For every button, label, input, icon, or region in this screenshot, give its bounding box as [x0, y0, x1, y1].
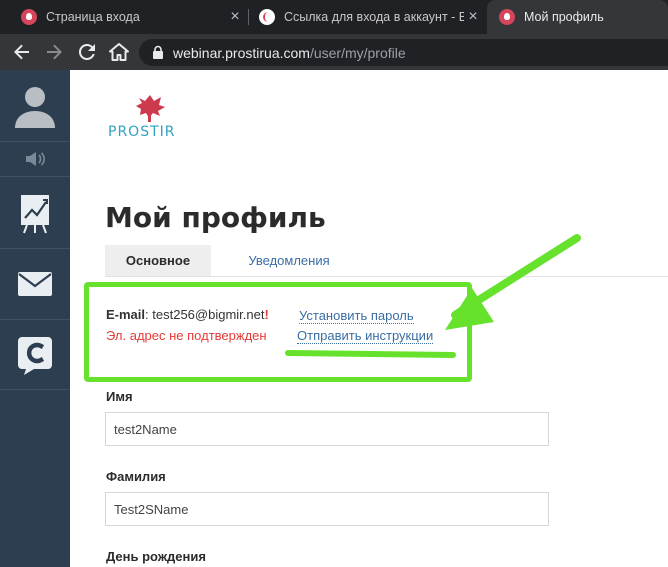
surname-input[interactable] [105, 492, 549, 526]
sidebar-item-sound[interactable] [0, 142, 70, 177]
sidebar-item-chat[interactable] [0, 320, 70, 390]
surname-label: Фамилия [106, 469, 166, 484]
sidebar-empty-area [0, 390, 70, 567]
browser-tab-login-link[interactable]: Ссылка для входа в аккаунт - Ви × [249, 0, 485, 34]
back-arrow-icon[interactable] [10, 40, 34, 64]
birthday-label: День рождения [106, 549, 206, 564]
sidebar-item-profile[interactable] [0, 70, 70, 142]
tab-title: Ссылка для входа в аккаунт - Ви [284, 10, 464, 24]
sidebar-item-messages[interactable] [0, 249, 70, 320]
close-tab-icon[interactable]: × [227, 9, 243, 25]
logo-text: PROSTIR [108, 124, 176, 140]
close-tab-icon[interactable]: × [465, 9, 481, 25]
home-icon[interactable] [107, 40, 131, 64]
reload-icon[interactable] [75, 40, 99, 64]
tab-title: Страница входа [46, 10, 140, 24]
lock-icon [153, 45, 163, 59]
annotation-arrow-icon [285, 234, 581, 358]
volume-icon [26, 152, 45, 166]
mail-icon [18, 272, 52, 296]
forward-arrow-icon[interactable] [42, 40, 66, 64]
site-favicon-icon [259, 9, 275, 25]
browser-tab-login[interactable]: Страница входа × [0, 0, 247, 34]
tab-title: Мой профиль [524, 10, 604, 24]
site-favicon-icon [499, 9, 515, 25]
browser-tab-profile[interactable]: Мой профиль [487, 0, 668, 34]
avatar-icon [15, 86, 55, 128]
name-input[interactable] [105, 412, 549, 446]
browser-tab-bar: Страница входа × Ссылка для входа в акка… [0, 0, 668, 34]
url-host: webinar.prostirua.com [173, 45, 310, 61]
presentation-board-icon [21, 194, 49, 233]
address-bar[interactable]: webinar.prostirua.com/user/my/profile [139, 39, 668, 66]
name-label: Имя [106, 389, 133, 404]
chat-icon [18, 336, 52, 375]
url-text: webinar.prostirua.com/user/my/profile [173, 45, 406, 61]
sidebar-item-presentation[interactable] [0, 177, 70, 249]
tab-general[interactable]: Основное [105, 245, 211, 276]
browser-toolbar: webinar.prostirua.com/user/my/profile [0, 34, 668, 70]
left-sidebar [0, 70, 70, 567]
site-favicon-icon [21, 9, 37, 25]
url-path: /user/my/profile [309, 45, 406, 61]
